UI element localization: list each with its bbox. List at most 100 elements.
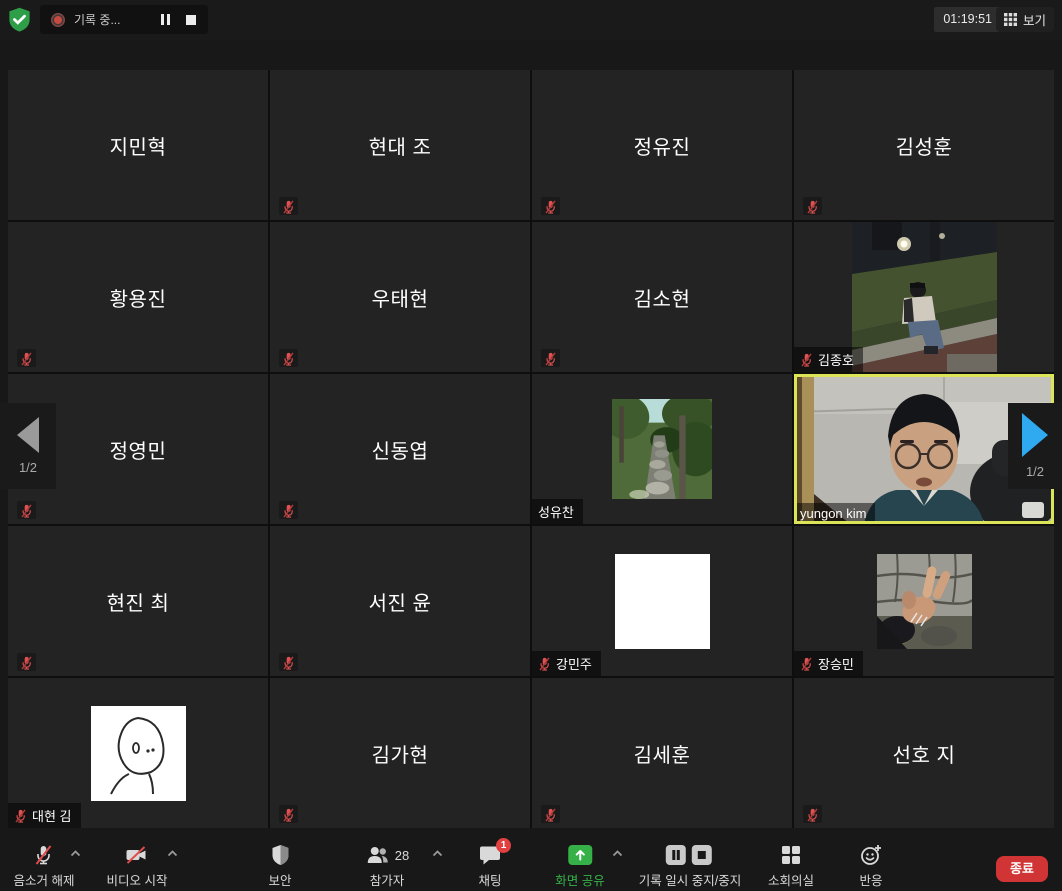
share-screen-button[interactable]: 화면 공유 [555, 843, 604, 889]
page-indicator: 1/2 [1026, 464, 1044, 479]
muted-mic-icon [279, 349, 298, 367]
muted-mic-icon [541, 349, 560, 367]
pause-stop-recording-icon [664, 843, 716, 867]
participant-tile[interactable]: 김가현 [270, 678, 530, 828]
chat-unread-badge: 1 [496, 838, 511, 853]
participant-name: 신동엽 [270, 374, 530, 524]
next-arrow-icon [1022, 413, 1048, 457]
view-label: 보기 [1023, 10, 1046, 29]
participant-tile[interactable]: 김성훈 [794, 70, 1054, 220]
next-page-button[interactable]: 1/2 [1008, 403, 1062, 489]
participant-tile[interactable]: 서진 윤 [270, 526, 530, 676]
participant-name-tag: yungon kim [794, 503, 875, 524]
muted-mic-icon [803, 197, 822, 215]
participant-name: 김가현 [270, 678, 530, 828]
participant-tile[interactable]: 김종호 [794, 222, 1054, 372]
chat-button[interactable]: 1 채팅 [478, 843, 502, 889]
pause-recording-icon[interactable] [161, 14, 170, 25]
participant-name: 현진 최 [8, 526, 268, 676]
security-shield-icon[interactable] [6, 6, 33, 33]
participant-tile[interactable]: 정유진 [532, 70, 792, 220]
participant-name: 김성훈 [794, 70, 1054, 220]
participant-tile[interactable]: 현진 최 [8, 526, 268, 676]
video-grid: 지민혁현대 조정유진김성훈황용진우태현김소현김종호정영민신동엽성유찬yungon… [8, 70, 1054, 828]
unmute-button[interactable]: 음소거 해제 [14, 843, 75, 889]
muted-mic-icon [541, 197, 560, 215]
participant-tile[interactable]: 김세훈 [532, 678, 792, 828]
participant-tile[interactable]: 강민주 [532, 526, 792, 676]
participant-name: 장승민 [818, 654, 854, 673]
share-screen-icon [567, 843, 593, 867]
shield-icon [269, 843, 291, 867]
muted-mic-icon [17, 501, 36, 519]
view-button[interactable]: 보기 [996, 7, 1054, 32]
participant-name: 대현 김 [32, 806, 72, 825]
participant-name-tag: 김종호 [794, 347, 863, 372]
prev-page-button[interactable]: 1/2 [0, 403, 56, 489]
participant-name: 성유찬 [538, 502, 574, 521]
end-meeting-button[interactable]: 종료 [996, 856, 1048, 882]
participants-label: 참가자 [370, 870, 405, 889]
audio-options-chevron-icon[interactable] [70, 850, 81, 857]
page-indicator: 1/2 [19, 460, 37, 475]
record-dot-icon [50, 12, 66, 28]
participant-count: 28 [395, 848, 409, 863]
participants-chevron-icon[interactable] [432, 850, 443, 857]
participant-name: 강민주 [556, 654, 592, 673]
muted-mic-icon [538, 656, 551, 672]
muted-mic-icon [279, 653, 298, 671]
reactions-button[interactable]: 반응 [859, 843, 883, 889]
participant-tile[interactable]: 성유찬 [532, 374, 792, 524]
participant-name: 정유진 [532, 70, 792, 220]
participant-tile[interactable]: 지민혁 [8, 70, 268, 220]
record-controls-label: 기록 일시 중지/중지 [639, 870, 741, 889]
participant-tile[interactable]: 우태현 [270, 222, 530, 372]
participant-name: 지민혁 [8, 70, 268, 220]
participant-name: 김종호 [818, 350, 854, 369]
record-controls-button[interactable]: 기록 일시 중지/중지 [639, 843, 741, 889]
participant-name: 황용진 [8, 222, 268, 372]
participant-name: 김세훈 [532, 678, 792, 828]
participants-icon [365, 843, 391, 867]
participant-name: 서진 윤 [270, 526, 530, 676]
start-video-label: 비디오 시작 [107, 870, 168, 889]
share-options-chevron-icon[interactable] [612, 850, 623, 857]
recording-indicator: 기록 중... [40, 5, 208, 34]
stop-recording-icon[interactable] [186, 15, 196, 25]
unmute-label: 음소거 해제 [14, 870, 75, 889]
video-options-chevron-icon[interactable] [167, 850, 178, 857]
participants-button[interactable]: 28 참가자 [365, 843, 409, 889]
start-video-button[interactable]: 비디오 시작 [107, 843, 168, 889]
participant-tile[interactable]: 대현 김 [8, 678, 268, 828]
muted-mic-icon [279, 197, 298, 215]
control-toolbar: 음소거 해제 비디오 시작 보안 [0, 838, 1062, 891]
participant-tile[interactable]: 현대 조 [270, 70, 530, 220]
breakout-rooms-button[interactable]: 소회의실 [768, 843, 814, 889]
security-label: 보안 [268, 870, 291, 889]
participant-tile[interactable]: 장승민 [794, 526, 1054, 676]
muted-mic-icon [17, 349, 36, 367]
participant-name: 우태현 [270, 222, 530, 372]
participant-tile[interactable]: 황용진 [8, 222, 268, 372]
muted-camera-icon [124, 843, 150, 867]
participant-name: 김소현 [532, 222, 792, 372]
breakout-rooms-label: 소회의실 [768, 870, 814, 889]
participant-name-tag: 대현 김 [8, 803, 81, 828]
recording-label: 기록 중... [74, 11, 120, 28]
muted-mic-icon [541, 805, 560, 823]
muted-mic-icon [279, 501, 298, 519]
muted-mic-icon [800, 656, 813, 672]
participant-tile[interactable]: 선호 지 [794, 678, 1054, 828]
share-screen-label: 화면 공유 [555, 870, 604, 889]
security-button[interactable]: 보안 [268, 843, 291, 889]
participant-name: 현대 조 [270, 70, 530, 220]
muted-mic-icon [800, 352, 813, 368]
grid-view-icon [1004, 13, 1017, 26]
participant-name-tag: 강민주 [532, 651, 601, 676]
muted-mic-icon [17, 653, 36, 671]
participant-tile[interactable]: 김소현 [532, 222, 792, 372]
meeting-topbar: 기록 중... 01:19:51 보기 [0, 0, 1062, 40]
muted-mic-icon [32, 843, 56, 867]
participant-tile[interactable]: 신동엽 [270, 374, 530, 524]
breakout-rooms-icon [779, 843, 803, 867]
